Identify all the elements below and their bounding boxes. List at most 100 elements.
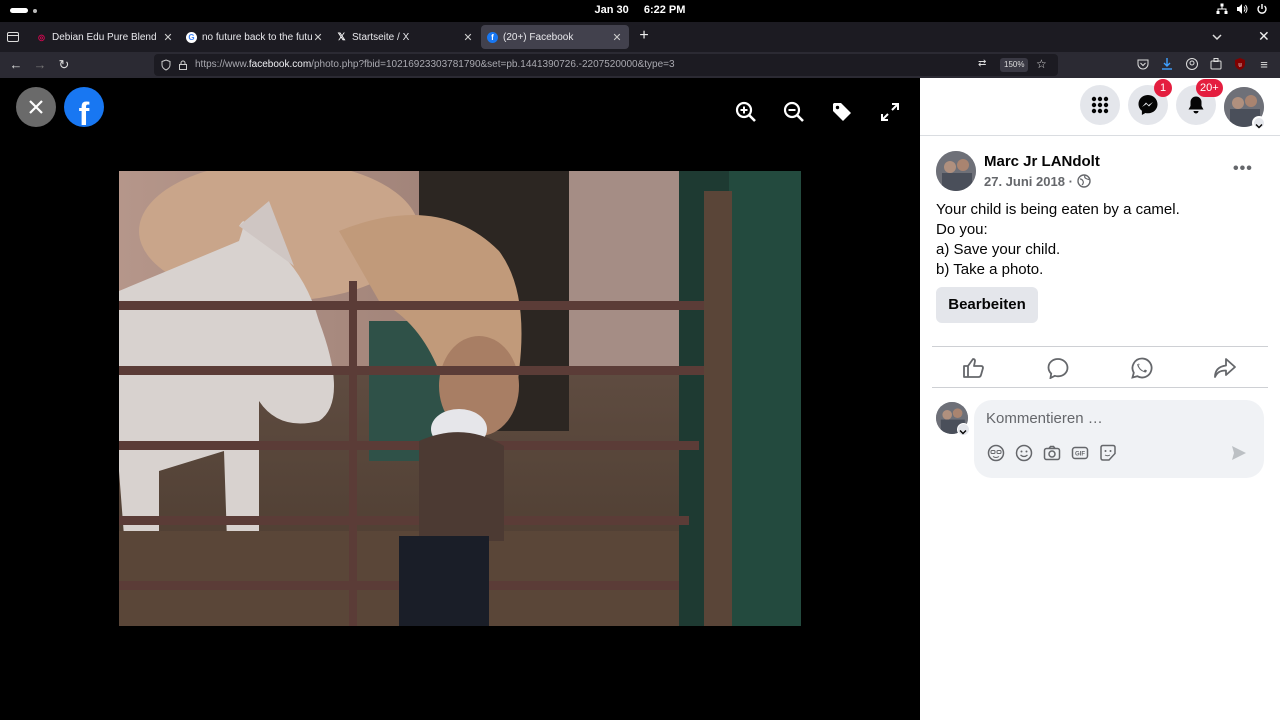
globe-icon — [1076, 174, 1091, 188]
svg-text:GIF: GIF — [1075, 452, 1085, 458]
svg-text:u: u — [1238, 63, 1241, 69]
messenger-button[interactable]: 1 — [1128, 79, 1172, 125]
google-icon: G — [186, 31, 197, 43]
back-arrow-icon[interactable]: ← — [8, 57, 24, 73]
volume-icon — [1237, 4, 1248, 14]
forward-arrow-icon[interactable]: → — [32, 57, 48, 73]
grid-menu-icon — [1091, 96, 1109, 114]
post-text: Your child is being eaten by a camel. Do… — [936, 200, 1180, 280]
camel-donkey-child-photo — [119, 171, 801, 626]
ublock-icon[interactable]: u — [1233, 57, 1247, 71]
zoom-in-icon[interactable] — [734, 100, 758, 124]
post-text-line: a) Save your child. — [936, 241, 1061, 258]
tab-facebook[interactable]: f (20+) Facebook ✕ — [481, 25, 629, 49]
whatsapp-icon[interactable] — [1130, 357, 1154, 379]
comment-input[interactable]: Kommentieren … GIF — [974, 400, 1264, 478]
bell-icon — [1188, 96, 1204, 114]
tab-title: no future back to the futu — [202, 31, 312, 43]
translate-icon[interactable]: ⇄ — [978, 58, 986, 69]
camera-icon[interactable] — [1043, 444, 1061, 462]
power-icon — [1257, 4, 1267, 14]
tab-title: Startseite / X — [352, 31, 410, 43]
header-actions: 1 20+ — [920, 79, 1280, 130]
system-tray[interactable] — [1216, 3, 1268, 15]
chevron-down-icon[interactable] — [1210, 30, 1224, 44]
tab-bar: ◎ Debian Edu Pure Blend ✕ G no future ba… — [0, 22, 1280, 52]
zoom-level-indicator[interactable]: 150% — [1000, 58, 1029, 72]
reload-icon[interactable]: ↻ — [56, 57, 72, 73]
more-options-icon[interactable]: ••• — [1233, 160, 1253, 178]
tab-x[interactable]: 𝕏 Startseite / X ✕ — [330, 25, 480, 49]
chevron-down-icon — [1255, 124, 1263, 129]
commenter-chevron[interactable] — [957, 423, 970, 436]
tab-overview-icon[interactable] — [6, 30, 20, 44]
shield-icon[interactable] — [160, 59, 172, 71]
debian-icon: ◎ — [38, 32, 45, 42]
x-icon: 𝕏 — [337, 31, 346, 43]
account-icon[interactable] — [1185, 57, 1199, 71]
sticker-icon[interactable] — [1099, 444, 1117, 462]
facebook-logo-icon[interactable]: f — [64, 87, 104, 127]
clock[interactable]: Jan 30 6:22 PM — [0, 4, 1280, 16]
author-avatar-photo — [936, 151, 976, 191]
post-author-name[interactable]: Marc Jr LANdolt — [984, 153, 1100, 170]
system-top-bar: Jan 30 6:22 PM — [0, 0, 1280, 22]
tag-icon[interactable] — [830, 100, 854, 124]
post-text-line: b) Take a photo. — [936, 261, 1044, 278]
emoji-icon[interactable] — [1015, 444, 1033, 462]
edit-button[interactable]: Bearbeiten — [936, 287, 1038, 323]
share-icon[interactable] — [1213, 357, 1237, 379]
network-icon — [1216, 3, 1228, 14]
tab-google[interactable]: G no future back to the futu ✕ — [180, 25, 330, 49]
pocket-icon[interactable] — [1136, 57, 1150, 71]
close-viewer-button[interactable] — [16, 87, 56, 127]
post-side-panel: 1 20+ Marc Jr LANdolt 27. Juni 2018 · ••… — [920, 78, 1280, 720]
avatar-sticker-icon[interactable] — [987, 444, 1005, 462]
clock-time: 6:22 PM — [643, 4, 686, 16]
photo-viewer: f — [0, 78, 920, 720]
like-icon[interactable] — [962, 357, 986, 379]
post-date-separator: · — [1068, 174, 1073, 189]
chevron-down-icon — [959, 430, 967, 435]
comment-placeholder: Kommentieren … — [986, 410, 1103, 427]
close-icon — [29, 100, 43, 114]
post-photo[interactable] — [119, 171, 801, 626]
tab-title: (20+) Facebook — [503, 31, 574, 43]
close-tab-icon[interactable]: ✕ — [312, 31, 324, 44]
notifications-button[interactable]: 20+ — [1176, 79, 1223, 125]
tab-debian[interactable]: ◎ Debian Edu Pure Blend ✕ — [30, 25, 180, 49]
new-tab-button[interactable]: + — [636, 27, 652, 45]
zoom-out-icon[interactable] — [782, 100, 806, 124]
clock-date: Jan 30 — [594, 4, 629, 16]
bookmark-star-icon[interactable]: ☆ — [1036, 57, 1047, 71]
messenger-icon — [1138, 95, 1158, 115]
download-icon[interactable] — [1160, 57, 1174, 71]
close-tab-icon[interactable]: ✕ — [162, 31, 174, 44]
extensions-icon[interactable] — [1209, 57, 1223, 71]
header-divider — [920, 135, 1280, 136]
lock-icon[interactable] — [177, 59, 189, 71]
address-bar[interactable]: https://www.facebook.com/photo.php?fbid=… — [154, 54, 1058, 76]
actions-divider-top — [932, 346, 1268, 347]
author-avatar[interactable] — [936, 151, 976, 191]
url-text: https://www.facebook.com/photo.php?fbid=… — [195, 59, 675, 70]
messenger-badge: 1 — [1154, 79, 1172, 97]
post-text-line: Your child is being eaten by a camel. — [936, 201, 1180, 218]
post-text-line: Do you: — [936, 221, 988, 238]
post-date-text[interactable]: 27. Juni 2018 — [984, 174, 1065, 189]
post-date: 27. Juni 2018 · — [984, 174, 1091, 189]
close-tab-icon[interactable]: ✕ — [462, 31, 474, 44]
account-chevron[interactable] — [1252, 116, 1266, 130]
gif-icon[interactable]: GIF — [1071, 444, 1089, 462]
close-tab-icon[interactable]: ✕ — [611, 31, 623, 44]
comment-icon[interactable] — [1046, 357, 1070, 379]
fullscreen-icon[interactable] — [878, 100, 902, 124]
close-window-icon[interactable]: ✕ — [1258, 28, 1270, 45]
menu-button[interactable] — [1080, 85, 1120, 125]
actions-divider-bottom — [932, 387, 1268, 388]
hamburger-menu-icon[interactable]: ≡ — [1256, 57, 1272, 73]
notifications-badge: 20+ — [1196, 79, 1223, 97]
navigation-toolbar: ← → ↻ https://www.facebook.com/photo.php… — [0, 52, 1280, 78]
facebook-icon: f — [487, 31, 498, 43]
send-icon[interactable] — [1230, 444, 1248, 462]
